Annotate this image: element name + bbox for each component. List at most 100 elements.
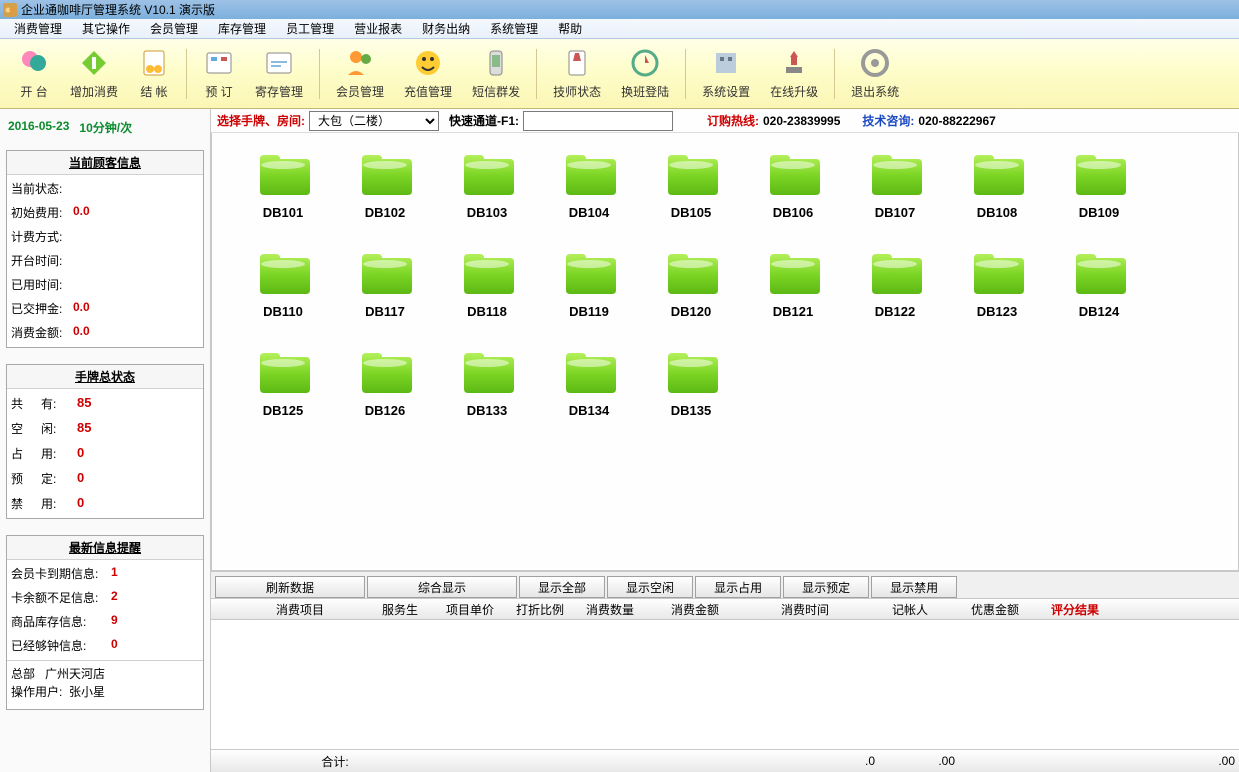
menu-item[interactable]: 系统管理 [480,18,548,39]
col-qty[interactable]: 消费数量 [575,601,645,618]
toolbar-button-reserve[interactable]: 预 订 [195,43,243,104]
room-name: DB108 [977,205,1017,220]
remind-row: 商品库存信息:9 [7,610,203,634]
menu-item[interactable]: 财务出纳 [412,18,480,39]
exit-icon [859,47,891,79]
right-panel: 选择手牌、房间: 大包（二楼） 快速通道-F1: 订购热线: 020-23839… [210,109,1239,772]
room-item[interactable]: DB110 [232,250,334,319]
col-waiter[interactable]: 服务生 [365,601,435,618]
remind-footer: 总部 广州天河店 操作用户: 张小星 [7,660,203,709]
display-button[interactable]: 显示禁用 [871,576,957,598]
toolbar-button-exit[interactable]: 退出系统 [843,43,907,104]
col-discount[interactable]: 优惠金额 [955,601,1035,618]
room-item[interactable]: DB119 [538,250,640,319]
toolbar-button-deposit[interactable]: 寄存管理 [247,43,311,104]
customer-row: 开台时间: [7,249,203,273]
toolbar-button-recharge[interactable]: 充值管理 [396,43,460,104]
room-item[interactable]: DB135 [640,349,742,418]
toolbar-button-settings[interactable]: 系统设置 [694,43,758,104]
sum-discount: .00 [1155,754,1235,768]
toolbar-button-checkout[interactable]: 结 帐 [130,43,178,104]
toolbar-label: 会员管理 [336,83,384,100]
folder-icon [868,250,922,294]
title-bar: 企业通咖啡厅管理系统 V10.1 演示版 [0,0,1239,19]
room-name: DB135 [671,403,711,418]
hotline-number: 020-23839995 [763,114,840,128]
room-item[interactable]: DB133 [436,349,538,418]
folder-icon [358,151,412,195]
display-button[interactable]: 显示预定 [783,576,869,598]
hand-panel-title: 手牌总状态 [7,365,203,389]
room-item[interactable]: DB104 [538,151,640,220]
toolbar-button-upgrade[interactable]: 在线升级 [762,43,826,104]
customer-row: 计费方式: [7,225,203,249]
room-name: DB123 [977,304,1017,319]
col-result[interactable]: 评分结果 [1035,601,1115,618]
toolbar-label: 开 台 [20,83,47,100]
room-item[interactable]: DB123 [946,250,1048,319]
toolbar-button-open[interactable]: 开 台 [10,43,58,104]
room-item[interactable]: DB101 [232,151,334,220]
folder-icon [256,151,310,195]
room-item[interactable]: DB121 [742,250,844,319]
remind-row: 卡余额不足信息:2 [7,586,203,610]
remind-key: 商品库存信息: [11,613,111,630]
menu-item[interactable]: 其它操作 [72,18,140,39]
menu-item[interactable]: 营业报表 [344,18,412,39]
room-select[interactable]: 大包（二楼） [309,111,439,131]
menu-item[interactable]: 帮助 [548,18,592,39]
room-item[interactable]: DB134 [538,349,640,418]
room-item[interactable]: DB105 [640,151,742,220]
menu-item[interactable]: 库存管理 [208,18,276,39]
col-rate[interactable]: 打折比例 [505,601,575,618]
remind-panel: 最新信息提醒 会员卡到期信息:1卡余额不足信息:2商品库存信息:9已经够钟信息:… [6,535,204,710]
menu-item[interactable]: 消费管理 [4,18,72,39]
display-button[interactable]: 刷新数据 [215,576,365,598]
display-button[interactable]: 显示占用 [695,576,781,598]
toolbar-button-tech[interactable]: 技师状态 [545,43,609,104]
menu-item[interactable]: 会员管理 [140,18,208,39]
room-item[interactable]: DB125 [232,349,334,418]
col-time[interactable]: 消费时间 [745,601,865,618]
col-amount[interactable]: 消费金额 [645,601,745,618]
display-button[interactable]: 显示全部 [519,576,605,598]
current-date: 2016-05-23 [8,119,69,136]
col-acct[interactable]: 记帐人 [865,601,955,618]
room-item[interactable]: DB122 [844,250,946,319]
room-name: DB121 [773,304,813,319]
room-item[interactable]: DB109 [1048,151,1150,220]
hand-value: 0 [77,495,84,512]
room-item[interactable]: DB107 [844,151,946,220]
room-item[interactable]: DB117 [334,250,436,319]
room-item[interactable]: DB126 [334,349,436,418]
customer-val: 0.0 [73,300,90,317]
remind-key: 已经够钟信息: [11,637,111,654]
toolbar-button-add[interactable]: 增加消费 [62,43,126,104]
member-icon [344,47,376,79]
room-item[interactable]: DB120 [640,250,742,319]
folder-icon [358,250,412,294]
room-item[interactable]: DB103 [436,151,538,220]
room-name: DB118 [467,304,507,319]
folder-icon [256,349,310,393]
data-header: 消费项目 服务生 项目单价 打折比例 消费数量 消费金额 消费时间 记帐人 优惠… [211,598,1239,620]
menu-item[interactable]: 员工管理 [276,18,344,39]
room-item[interactable]: DB106 [742,151,844,220]
room-item[interactable]: DB124 [1048,250,1150,319]
data-footer: 合计: .0 .00 .00 [211,750,1239,772]
folder-icon [766,151,820,195]
toolbar-button-shift[interactable]: 换班登陆 [613,43,677,104]
display-button[interactable]: 综合显示 [367,576,517,598]
remind-key: 卡余额不足信息: [11,589,111,606]
quick-input[interactable] [523,111,673,131]
toolbar-button-member[interactable]: 会员管理 [328,43,392,104]
col-item[interactable]: 消费项目 [235,601,365,618]
display-button[interactable]: 显示空闲 [607,576,693,598]
room-item[interactable]: DB118 [436,250,538,319]
room-item[interactable]: DB108 [946,151,1048,220]
col-price[interactable]: 项目单价 [435,601,505,618]
toolbar-label: 结 帐 [140,83,167,100]
toolbar-button-sms[interactable]: 短信群发 [464,43,528,104]
room-item[interactable]: DB102 [334,151,436,220]
tech-icon [561,47,593,79]
